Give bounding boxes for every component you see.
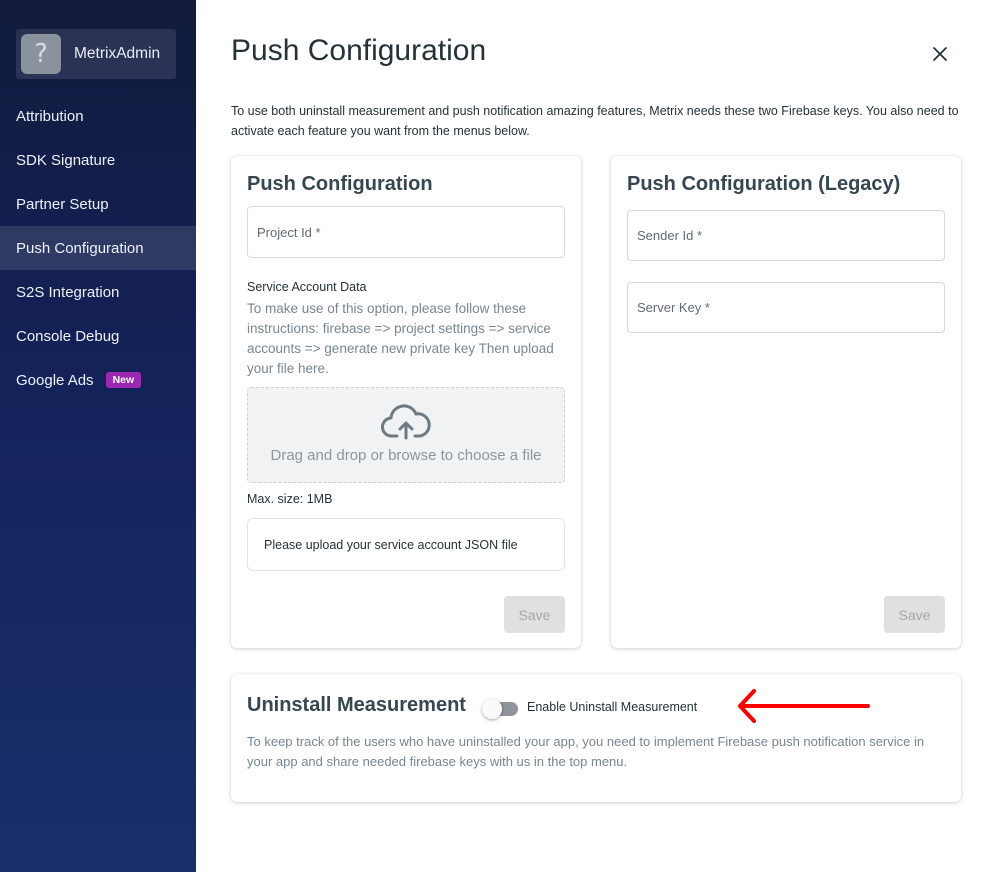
upload-status-text: Please upload your service account JSON … [264,537,518,552]
save-button[interactable]: Save [884,596,945,633]
file-dropzone[interactable]: Drag and drop or browse to choose a file [247,387,565,483]
uninstall-description: To keep track of the users who have unin… [247,734,925,769]
card-title: Push Configuration (Legacy) [627,173,901,195]
annotation-arrow-icon [738,689,870,723]
app-switcher[interactable]: ? MetrixAdmin [16,29,176,79]
sidebar-item-label: Console Debug [16,327,120,345]
sidebar: ? MetrixAdmin Attribution SDK Signature … [0,0,196,872]
sidebar-item-label: Attribution [16,107,84,125]
sidebar-item-sdk-signature[interactable]: SDK Signature [0,138,196,182]
push-configuration-legacy-card: Push Configuration (Legacy) Sender Id * … [611,156,961,648]
push-configuration-card: Push Configuration Project Id * Service … [231,156,581,648]
close-button[interactable] [928,42,952,66]
project-id-input[interactable]: Project Id * [247,206,565,258]
page-title: Push Configuration [231,34,487,67]
intro-text: To use both uninstall measurement and pu… [231,104,959,138]
cloud-upload-icon [381,404,431,440]
sender-id-input[interactable]: Sender Id * [627,210,945,261]
sidebar-item-google-ads[interactable]: Google Ads New [0,358,196,402]
uninstall-measurement-toggle[interactable] [482,699,520,719]
toggle-knob [482,699,502,719]
app-name: MetrixAdmin [74,45,161,62]
app-logo-placeholder-icon: ? [21,34,61,74]
sidebar-item-label: S2S Integration [16,283,120,301]
service-account-description: To make use of this option, please follo… [247,301,554,376]
sidebar-item-console-debug[interactable]: Console Debug [0,314,196,358]
max-size-label: Max. size: 1MB [247,492,333,506]
card-title: Push Configuration [247,173,433,195]
sidebar-item-push-configuration[interactable]: Push Configuration [0,226,196,270]
close-icon [933,47,947,61]
sender-id-placeholder: Sender Id * [637,228,703,243]
sidebar-item-label: Google Ads [16,371,94,389]
sidebar-item-s2s-integration[interactable]: S2S Integration [0,270,196,314]
new-badge: New [105,372,142,388]
sidebar-item-label: Push Configuration [16,239,144,257]
save-button[interactable]: Save [504,596,565,633]
upload-status-field: Please upload your service account JSON … [247,518,565,571]
sidebar-item-partner-setup[interactable]: Partner Setup [0,182,196,226]
sidebar-nav: Attribution SDK Signature Partner Setup … [0,94,196,402]
server-key-placeholder: Server Key * [637,300,710,315]
sidebar-item-label: Partner Setup [16,195,109,213]
card-title: Uninstall Measurement [247,694,466,716]
sidebar-item-attribution[interactable]: Attribution [0,94,196,138]
toggle-label: Enable Uninstall Measurement [527,700,698,714]
dropzone-text: Drag and drop or browse to choose a file [270,447,542,464]
service-account-label: Service Account Data [247,280,367,294]
server-key-input[interactable]: Server Key * [627,282,945,333]
sidebar-item-label: SDK Signature [16,151,116,169]
project-id-placeholder: Project Id * [257,224,321,240]
